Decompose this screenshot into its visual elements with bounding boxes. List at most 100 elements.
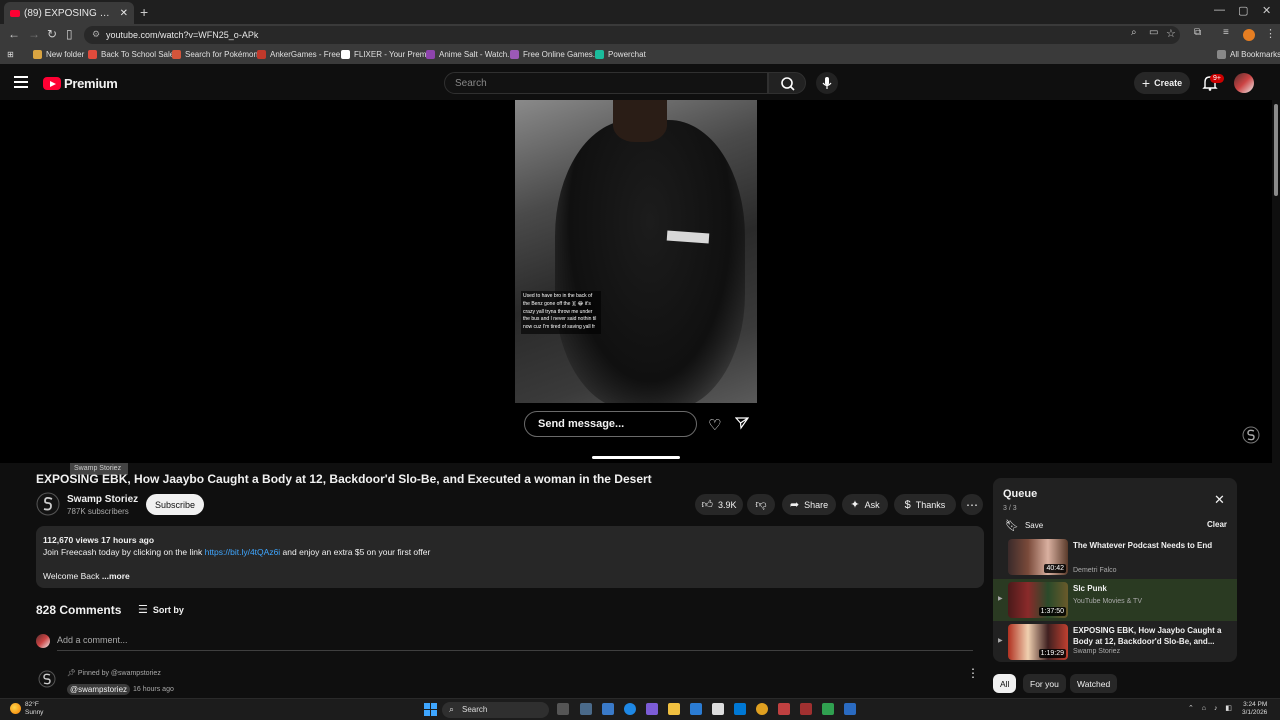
like-count: 3.9K — [717, 499, 737, 510]
queue-item-title: EXPOSING EBK, How Jaaybo Caught a Body a… — [1073, 626, 1222, 646]
clear-queue-button[interactable]: Clear — [1207, 520, 1227, 529]
forward-icon[interactable]: → — [28, 27, 40, 41]
super-thanks-icon: $ — [904, 498, 911, 511]
chip-for-you[interactable]: For you — [1023, 674, 1066, 693]
bookmark-item[interactable]: FLIXER - Your Premi... — [341, 50, 435, 59]
channel-name[interactable]: Swamp Storiez — [67, 494, 138, 505]
extensions-icon[interactable]: ⧉ — [1194, 27, 1201, 38]
video-player[interactable]: Used to have bro in the back of the Benz… — [0, 100, 1272, 463]
search-button[interactable] — [768, 72, 806, 94]
search-input[interactable]: Search — [444, 72, 768, 94]
app-icon[interactable] — [844, 703, 856, 715]
like-button[interactable]: 👍︎ 3.9K — [695, 494, 743, 515]
video-figure-head — [613, 100, 667, 142]
description-text: Join Freecash today by clicking on the l… — [43, 547, 205, 557]
chip-all[interactable]: All — [993, 674, 1017, 693]
commenter-avatar[interactable] — [38, 670, 56, 688]
account-avatar[interactable] — [1234, 73, 1254, 93]
split-view-icon[interactable]: ▯ — [66, 27, 73, 41]
more-actions-button[interactable]: ⋯ — [961, 494, 983, 515]
reload-icon[interactable]: ↻ — [47, 27, 57, 41]
new-tab-button[interactable]: + — [140, 4, 148, 20]
weather-widget[interactable]: 82°F Sunny — [10, 701, 43, 717]
all-bookmarks[interactable]: All Bookmarks — [1217, 50, 1280, 59]
close-queue-icon[interactable]: ✕ — [1214, 492, 1225, 508]
video-description[interactable]: 112,670 views 17 hours ago Join Freecash… — [36, 526, 984, 588]
thanks-button[interactable]: $ Thanks — [894, 494, 956, 515]
comment-time[interactable]: 16 hours ago — [133, 686, 174, 693]
system-tray-icons[interactable]: ⌃ ⌂ ♪ ◧ — [1188, 704, 1235, 712]
comment-author[interactable]: @swampstoriez — [67, 684, 131, 695]
bookmark-item[interactable]: New folder — [33, 50, 84, 59]
maximize-icon[interactable]: ▢ — [1238, 4, 1248, 17]
chrome-app-icon[interactable] — [756, 703, 768, 715]
share-button[interactable]: ➦ Share — [782, 494, 836, 515]
close-window-icon[interactable]: ✕ — [1262, 4, 1271, 17]
word-app-icon[interactable] — [690, 703, 702, 715]
file-explorer-icon[interactable] — [668, 703, 680, 715]
queue-item[interactable]: ▶ 1:37:50 Slc Punk YouTube Movies & TV — [993, 579, 1237, 621]
description-link[interactable]: https://bit.ly/4tQAz6i — [205, 547, 281, 557]
youtube-logo[interactable]: Premium — [43, 76, 118, 91]
close-tab-icon[interactable]: ✕ — [120, 8, 128, 19]
photos-app-icon[interactable] — [602, 703, 614, 715]
back-icon[interactable]: ← — [8, 27, 20, 41]
chrome-menu-icon[interactable]: ⋮ — [1265, 27, 1276, 40]
bookmark-star-icon[interactable]: ☆ — [1166, 27, 1176, 40]
play-icon: ▶ — [998, 638, 1003, 644]
add-comment-input[interactable]: Add a comment... — [57, 635, 973, 651]
ask-button[interactable]: ✦ Ask — [842, 494, 888, 515]
subscribe-button[interactable]: Subscribe — [146, 494, 204, 515]
bookmark-item[interactable]: Powerchat — [595, 50, 646, 59]
zoom-icon[interactable]: ⌕ — [1131, 27, 1137, 38]
user-avatar — [36, 634, 50, 648]
app-icon[interactable] — [822, 703, 834, 715]
app-icon[interactable] — [800, 703, 812, 715]
taskbar-clock[interactable]: 3:24 PM 3/1/2026 — [1242, 701, 1267, 717]
thanks-label: Thanks — [915, 499, 946, 510]
folder-icon — [33, 50, 42, 59]
bookmark-item[interactable]: Search for Pokémon... — [172, 50, 265, 59]
apps-icon[interactable]: ⊞ — [7, 50, 14, 59]
settings-app-icon[interactable] — [580, 703, 592, 715]
create-button[interactable]: + Create — [1134, 72, 1190, 94]
channel-avatar[interactable] — [36, 492, 60, 516]
cast-icon[interactable]: ▭ — [1149, 27, 1158, 38]
browser-tab[interactable]: (89) EXPOSING EBK, How Jaaybo Caug ✕ — [4, 2, 134, 24]
queue-panel: Queue 3 / 3 ✕ 🔖︎ Save Clear 40:42 The Wh… — [993, 478, 1237, 662]
task-view-icon[interactable] — [557, 703, 569, 715]
comment-menu-icon[interactable]: ⋮ — [967, 666, 979, 680]
show-more-link[interactable]: ...more — [102, 571, 130, 581]
voice-search-button[interactable] — [816, 72, 838, 94]
sort-by-button[interactable]: ☰ Sort by — [138, 603, 184, 616]
youtube-favicon-icon — [10, 9, 20, 17]
queue-item[interactable]: 40:42 The Whatever Podcast Needs to End … — [993, 536, 1237, 578]
edge-app-icon[interactable] — [624, 703, 636, 715]
app-icon[interactable] — [778, 703, 790, 715]
mail-app-icon[interactable] — [734, 703, 746, 715]
scrollbar-thumb[interactable] — [1274, 104, 1278, 196]
calendar-app-icon[interactable] — [712, 703, 724, 715]
taskbar-search[interactable]: ⌕ Search — [442, 702, 549, 718]
queue-item[interactable]: ▶ 1:19:29 EXPOSING EBK, How Jaaybo Caugh… — [993, 621, 1237, 662]
bookmark-item[interactable]: Free Online Games... — [510, 50, 599, 59]
profile-avatar-icon[interactable] — [1243, 29, 1255, 41]
bookmark-favicon-icon — [510, 50, 519, 59]
copilot-app-icon[interactable] — [646, 703, 658, 715]
media-controls-icon[interactable]: ≡ — [1223, 27, 1229, 38]
minimize-icon[interactable]: — — [1214, 4, 1225, 16]
windows-start-icon[interactable] — [424, 703, 437, 716]
dislike-button[interactable]: 👎︎ — [747, 494, 775, 515]
weather-condition: Sunny — [25, 709, 44, 716]
search-icon: ⌕ — [449, 704, 455, 714]
save-queue-button[interactable]: 🔖︎ Save — [1005, 519, 1043, 532]
chip-watched[interactable]: Watched — [1070, 674, 1118, 693]
channel-watermark-icon[interactable] — [1242, 426, 1260, 444]
bookmark-item[interactable]: Anime Salt - Watch... — [426, 50, 514, 59]
hamburger-menu-icon[interactable] — [14, 76, 28, 88]
bookmark-item[interactable]: AnkerGames - Free... — [257, 50, 347, 59]
site-info-icon[interactable]: ⚙ — [92, 29, 100, 40]
sun-icon — [10, 703, 21, 714]
address-bar[interactable]: ⚙ youtube.com/watch?v=WFN25_o-APk — [84, 26, 1180, 44]
bookmark-item[interactable]: Back To School Sale... — [88, 50, 181, 59]
